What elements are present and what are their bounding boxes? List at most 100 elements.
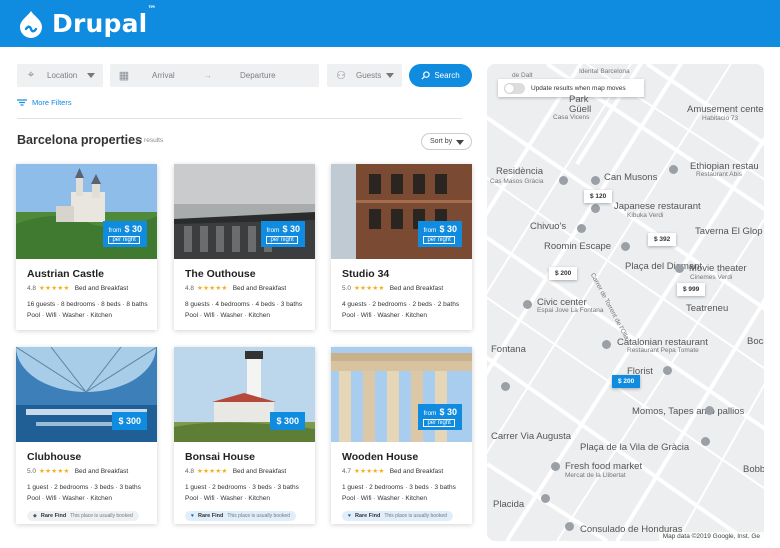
map-poi-icon[interactable]	[551, 462, 560, 471]
map-label: Placida	[493, 499, 525, 510]
filter-icon	[17, 99, 27, 106]
map-label: Residència	[496, 166, 543, 177]
top-header: Drupal™	[0, 0, 780, 47]
property-card[interactable]: $ 300 Bonsai House 4.8 ★★★★★ Bed and Break…	[174, 347, 315, 524]
map-label: Restaurant Pepa Tomate	[627, 347, 699, 354]
property-card[interactable]: from $ 30 per night The Outhouse 4.8 ★★★★★ B…	[174, 164, 315, 330]
map-label: Taverna El Glop	[695, 226, 763, 237]
map-poi-icon[interactable]	[705, 406, 714, 415]
map-price-marker[interactable]: $ 200	[549, 267, 578, 280]
map-poi-icon[interactable]	[523, 300, 532, 309]
map-label: Plaça de la Vila de Gràcia	[580, 442, 690, 453]
map-panel[interactable]: Update results when map moves Park Güell…	[487, 64, 764, 541]
map-label: Can Musons	[604, 172, 658, 183]
property-photo: $ 300	[174, 347, 315, 442]
star-rating-icon: ★★★★★	[354, 285, 385, 292]
rare-find-badge: ◆ Rare Find This place is usually booked	[27, 511, 139, 521]
map-label: Cinemes Verdi	[690, 274, 733, 281]
arrival-placeholder: Arrival	[152, 71, 175, 80]
map-label: Teatreneu	[686, 303, 729, 314]
map-label: Espai Jove La Fontana	[537, 307, 604, 314]
map-label: Kibuka Verdi	[627, 212, 664, 219]
chevron-down-icon	[456, 140, 464, 145]
property-rating: 5.0 ★★★★★ Bed and Breakfast	[27, 467, 129, 476]
map-poi-icon[interactable]	[602, 340, 611, 349]
calendar-icon: ▦	[118, 70, 130, 82]
users-icon: ⚇	[336, 70, 346, 82]
property-card[interactable]: from $ 30 per night Wooden House 4.7 ★★★★★ B…	[331, 347, 472, 524]
map-price-marker[interactable]: $ 120	[584, 190, 613, 203]
location-placeholder: Location	[47, 71, 78, 80]
toggle-label: Update results when map moves	[531, 84, 626, 92]
property-rating: 4.7 ★★★★★ Bed and Breakfast	[342, 467, 444, 476]
star-rating-icon: ★★★★★	[197, 468, 228, 475]
map-poi-icon[interactable]	[591, 204, 600, 213]
property-name: Wooden House	[342, 451, 419, 463]
sort-dropdown[interactable]: Sort by	[421, 133, 472, 150]
property-name: Bonsai House	[185, 451, 256, 463]
star-rating-icon: ★★★★★	[197, 285, 228, 292]
heart-icon: ♥	[348, 513, 351, 519]
map-poi-icon[interactable]	[577, 224, 586, 233]
map-label: Movie theater	[689, 263, 747, 274]
search-icon	[421, 71, 430, 80]
map-label: de Dalt	[512, 72, 533, 79]
map-poi-icon[interactable]	[701, 437, 710, 446]
property-rating: 5.0 ★★★★★ Bed and Breakfast	[342, 284, 444, 293]
chevron-down-icon	[87, 73, 95, 78]
map-label: Roomin Escape	[544, 241, 612, 252]
map-price-marker[interactable]: $ 392	[648, 233, 677, 246]
map-poi-icon[interactable]	[541, 494, 550, 503]
property-name: Austrian Castle	[27, 268, 105, 280]
map-label: Boca	[747, 336, 764, 347]
property-features: 1 guest · 2 bedrooms · 3 beds · 3 baths P…	[185, 484, 299, 502]
guests-field[interactable]: ⚇ Guests	[327, 64, 402, 87]
map-poi-icon[interactable]	[663, 366, 672, 375]
map-label: Momos, Tapes amb pallios	[632, 406, 745, 417]
date-range-field[interactable]: ▦ Arrival → Departure	[110, 64, 319, 87]
map-poi-icon[interactable]	[565, 522, 574, 531]
price-tag: from $ 30 per night	[261, 221, 305, 247]
map-price-marker[interactable]: $ 999	[677, 283, 706, 296]
search-button[interactable]: Search	[409, 64, 472, 87]
property-card[interactable]: from $ 30 per night Austrian Castle 4.8 ★★★…	[16, 164, 157, 330]
map-poi-icon[interactable]	[559, 176, 568, 185]
map-poi-icon[interactable]	[675, 264, 684, 273]
star-rating-icon: ★★★★★	[39, 285, 70, 292]
map-label: Casa Vicens	[553, 114, 590, 121]
star-rating-icon: ★★★★★	[39, 468, 70, 475]
property-photo: from $ 30 per night	[331, 164, 472, 259]
property-card[interactable]: from $ 30 per night Studio 34 5.0 ★★★★★ Bed …	[331, 164, 472, 330]
map-poi-icon[interactable]	[669, 165, 678, 174]
diamond-icon: ◆	[33, 513, 37, 519]
map-poi-icon[interactable]	[591, 176, 600, 185]
map-pin-icon: ⌖	[27, 69, 35, 81]
property-rating: 4.8 ★★★★★ Bed and Breakfast	[185, 467, 287, 476]
map-label: Cas Masos Gràcia	[490, 178, 544, 185]
property-features: 1 guest · 2 bedrooms · 3 beds · 3 baths P…	[27, 484, 141, 502]
more-filters-link[interactable]: More Filters	[17, 98, 72, 107]
property-photo: from $ 30 per night	[16, 164, 157, 259]
property-features: 4 guests · 2 bedrooms · 2 beds · 2 baths…	[342, 301, 460, 319]
location-field[interactable]: ⌖ Location	[17, 64, 103, 87]
rare-find-badge: ♥ Rare Find This place is usually booked	[342, 511, 453, 521]
guests-placeholder: Guests	[356, 71, 382, 80]
map-price-marker-active[interactable]: $ 200	[612, 375, 641, 388]
rare-find-badge: ♥ Rare Find This place is usually booked	[185, 511, 296, 521]
more-filters-label: More Filters	[32, 98, 72, 107]
drupal-logo[interactable]: Drupal™	[18, 5, 157, 38]
price-tag: from $ 30 per night	[418, 221, 462, 247]
map-poi-icon[interactable]	[621, 242, 630, 251]
map-poi-icon[interactable]	[501, 382, 510, 391]
toggle-switch[interactable]	[504, 82, 525, 94]
map-label: Chivuo's	[530, 221, 567, 232]
map-label: Mercat de la Llibertat	[565, 472, 626, 479]
property-card[interactable]: $ 300 Clubhouse 5.0 ★★★★★ Bed and Breakfas…	[16, 347, 157, 524]
results-title: Barcelona properties	[17, 133, 143, 147]
property-name: Clubhouse	[27, 451, 82, 463]
chevron-down-icon	[386, 73, 394, 78]
property-rating: 4.8 ★★★★★ Bed and Breakfast	[27, 284, 129, 293]
property-rating: 4.8 ★★★★★ Bed and Breakfast	[185, 284, 287, 293]
map-attribution: Map data ©2019 Google, Inst. Ge	[658, 532, 764, 541]
price-tag: $ 300	[112, 412, 147, 430]
